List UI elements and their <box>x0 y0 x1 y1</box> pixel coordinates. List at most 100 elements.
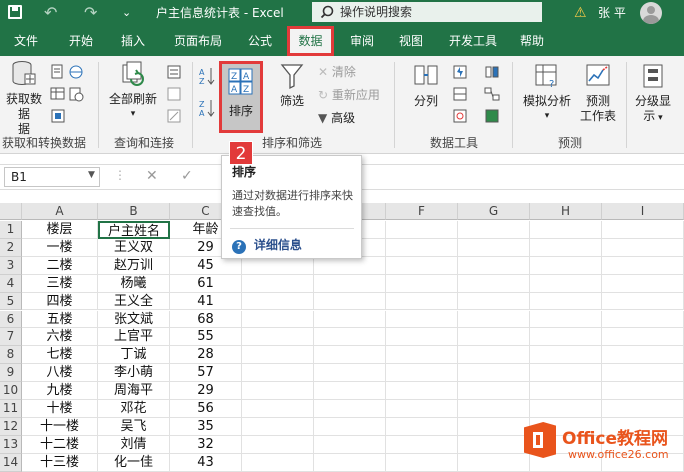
cell-e[interactable] <box>314 453 386 472</box>
advanced-button[interactable]: ▼ 高级 <box>318 110 355 126</box>
cell-c[interactable]: 68 <box>170 310 242 329</box>
forecast-sheet-button[interactable]: 预测 工作表 <box>576 62 620 124</box>
cell-a[interactable]: 十二楼 <box>22 435 98 454</box>
relationships-icon[interactable] <box>484 86 500 102</box>
cell-d[interactable] <box>242 453 314 472</box>
cell-c[interactable]: 56 <box>170 400 242 418</box>
cancel-icon[interactable]: ✕ <box>146 168 158 184</box>
cell-f[interactable] <box>386 453 458 472</box>
cell-b[interactable]: 王义双 <box>98 238 170 257</box>
column-header-i[interactable]: I <box>602 203 684 220</box>
cell-e[interactable] <box>314 274 386 293</box>
row-header[interactable]: 7 <box>0 328 22 347</box>
name-box-dropdown-icon[interactable]: ▼ <box>88 170 95 180</box>
cell-c[interactable]: 61 <box>170 274 242 293</box>
cell-b[interactable]: 李小萌 <box>98 364 170 383</box>
row-header[interactable]: 9 <box>0 364 22 383</box>
avatar[interactable] <box>640 2 662 24</box>
existing-connections-icon[interactable] <box>50 108 66 124</box>
cell-a[interactable]: 九楼 <box>22 382 98 400</box>
cell-e[interactable] <box>314 328 386 347</box>
cell-b[interactable]: 邓花 <box>98 400 170 418</box>
cell-d[interactable] <box>242 435 314 454</box>
refresh-all-button[interactable]: 全部刷新 ▾ <box>104 60 162 122</box>
cell-a[interactable]: 八楼 <box>22 364 98 383</box>
user-name[interactable]: 张 平 <box>598 0 626 26</box>
cell-f[interactable] <box>386 435 458 454</box>
cell-b[interactable]: 周海平 <box>98 382 170 400</box>
cell-a[interactable]: 二楼 <box>22 256 98 275</box>
cell-d[interactable] <box>242 382 314 400</box>
corner-select-all[interactable] <box>0 203 22 220</box>
row-header[interactable]: 14 <box>0 453 22 472</box>
undo-icon[interactable]: ↶ <box>44 0 57 26</box>
column-header-b[interactable]: B <box>98 203 170 220</box>
cell-h[interactable] <box>530 328 602 347</box>
column-header-g[interactable]: G <box>458 203 530 220</box>
row-header[interactable]: 1 <box>0 221 22 239</box>
row-header[interactable]: 8 <box>0 346 22 365</box>
from-table-icon[interactable] <box>50 86 66 102</box>
cell-e[interactable] <box>314 310 386 329</box>
cell-i[interactable] <box>602 346 684 365</box>
cell-f[interactable] <box>386 417 458 436</box>
cell-i[interactable] <box>602 328 684 347</box>
row-header[interactable]: 11 <box>0 400 22 418</box>
cell-e[interactable] <box>314 435 386 454</box>
warning-icon[interactable]: ⚠ <box>574 0 587 26</box>
cell-f[interactable] <box>386 364 458 383</box>
clear-button[interactable]: ✕ 清除 <box>318 64 356 80</box>
tab-data[interactable]: 数据 <box>287 26 334 56</box>
column-header-h[interactable]: H <box>530 203 602 220</box>
cell-d[interactable] <box>242 328 314 347</box>
remove-duplicates-icon[interactable] <box>452 86 468 102</box>
cell-g[interactable] <box>458 364 530 383</box>
tab-formulas[interactable]: 公式 <box>238 26 282 56</box>
recent-sources-icon[interactable] <box>68 86 84 102</box>
cell-a[interactable]: 十一楼 <box>22 417 98 436</box>
cell-b[interactable]: 杨曦 <box>98 274 170 293</box>
cell-i[interactable] <box>602 364 684 383</box>
cell-e[interactable] <box>314 346 386 365</box>
cell-i[interactable] <box>602 382 684 400</box>
cell-g[interactable] <box>458 274 530 293</box>
cell-e[interactable] <box>314 382 386 400</box>
cell-h[interactable] <box>530 292 602 311</box>
cell-g[interactable] <box>458 238 530 257</box>
cell-f[interactable] <box>386 382 458 400</box>
outline-button[interactable]: 分级显 示 ▾ <box>630 62 676 126</box>
row-header[interactable]: 6 <box>0 310 22 329</box>
cell-i[interactable] <box>602 256 684 275</box>
get-data-button[interactable]: 获取数据 据 <box>2 60 46 137</box>
cell-a[interactable]: 十楼 <box>22 400 98 418</box>
cell-d[interactable] <box>242 310 314 329</box>
cell-g[interactable] <box>458 400 530 418</box>
cell-g[interactable] <box>458 256 530 275</box>
cell-h[interactable] <box>530 364 602 383</box>
sort-ascending-icon[interactable]: AZ <box>198 66 216 86</box>
cell-d[interactable] <box>242 292 314 311</box>
row-header[interactable]: 2 <box>0 238 22 257</box>
data-validation-icon[interactable] <box>452 108 468 124</box>
tab-file[interactable]: 文件 <box>4 26 48 56</box>
reapply-button[interactable]: ↻ 重新应用 <box>318 87 380 103</box>
cell-a[interactable]: 十三楼 <box>22 453 98 472</box>
cell-g[interactable] <box>458 292 530 311</box>
cell-d[interactable] <box>242 274 314 293</box>
cell-c[interactable]: 28 <box>170 346 242 365</box>
cell-c[interactable]: 57 <box>170 364 242 383</box>
edit-links-icon[interactable] <box>166 108 182 124</box>
cell-c[interactable]: 35 <box>170 417 242 436</box>
cell-i[interactable] <box>602 238 684 257</box>
cell-e[interactable] <box>314 400 386 418</box>
column-header-f[interactable]: F <box>386 203 458 220</box>
cell-i[interactable] <box>602 400 684 418</box>
cell-b[interactable]: 张文斌 <box>98 310 170 329</box>
what-if-button[interactable]: ? 模拟分析 ▾ <box>518 62 576 124</box>
cell-f[interactable] <box>386 310 458 329</box>
cell-h[interactable] <box>530 310 602 329</box>
cell-a[interactable]: 一楼 <box>22 238 98 257</box>
cell-c[interactable]: 43 <box>170 453 242 472</box>
consolidate-icon[interactable] <box>484 64 500 80</box>
cell-d[interactable] <box>242 256 314 275</box>
